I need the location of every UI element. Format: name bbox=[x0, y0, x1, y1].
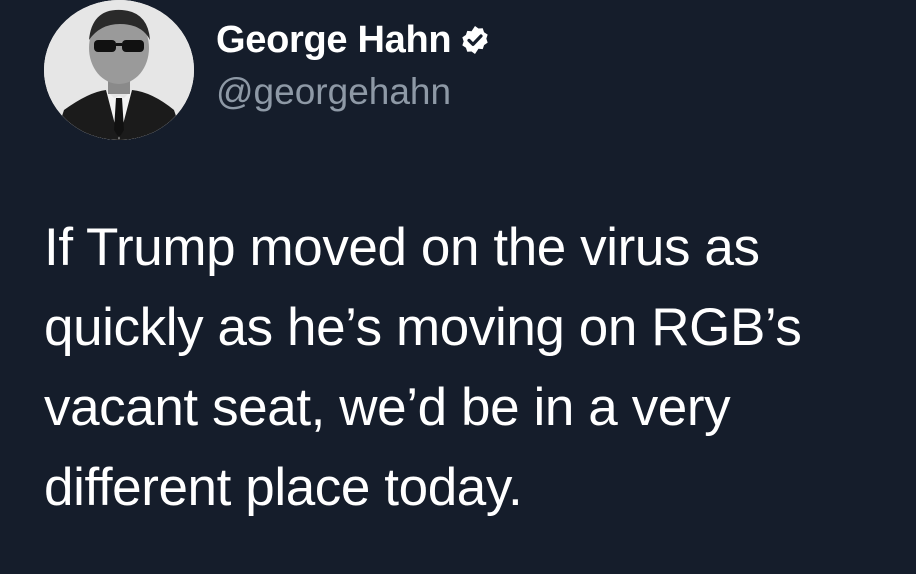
username-handle[interactable]: @georgehahn bbox=[216, 70, 451, 114]
avatar[interactable] bbox=[44, 0, 194, 140]
tweet-card: George Hahn @georgehahn If Trump moved o… bbox=[0, 0, 916, 574]
tweet-text-line: vacant seat, we’d be in a very bbox=[44, 378, 731, 437]
tweet-text-line: If Trump moved on the virus as bbox=[44, 218, 760, 277]
tweet-body: If Trump moved on the virus as quickly a… bbox=[44, 208, 904, 528]
tweet-text-line: quickly as he’s moving on RGB’s bbox=[44, 298, 802, 357]
tweet-text-line: different place today. bbox=[44, 458, 523, 517]
profile-photo bbox=[44, 0, 194, 140]
author-name-row[interactable]: George Hahn bbox=[216, 18, 491, 62]
verified-badge-icon bbox=[462, 26, 488, 54]
display-name[interactable]: George Hahn bbox=[216, 18, 452, 62]
